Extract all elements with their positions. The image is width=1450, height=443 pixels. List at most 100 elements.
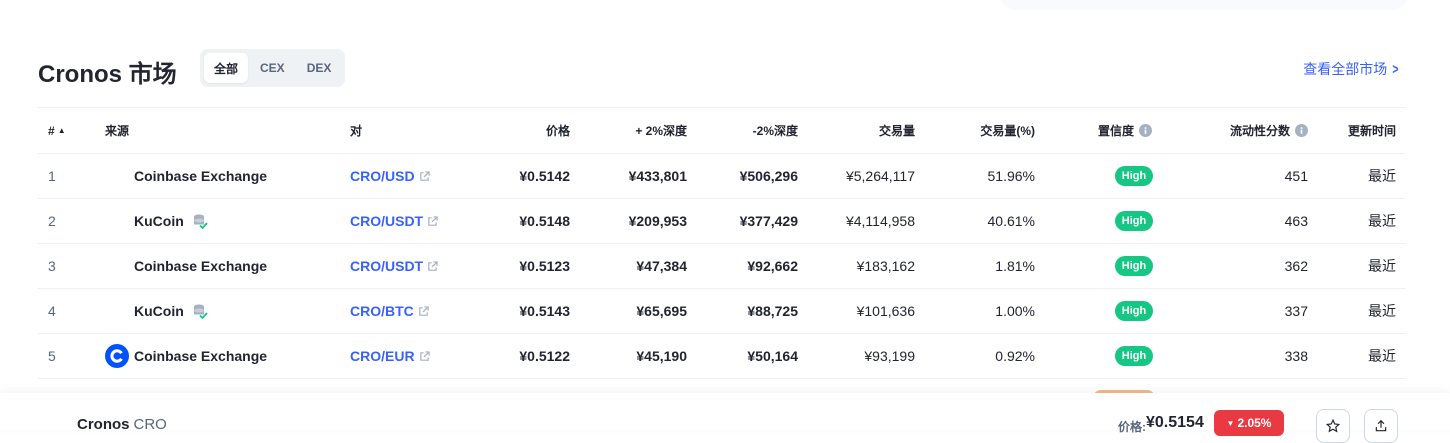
exchange-name: KuCoin — [134, 213, 184, 229]
column-header-confidence-label: 置信度 — [1098, 124, 1135, 138]
exchange-cell[interactable]: Coinbase Exchange — [105, 334, 267, 378]
row-rank: 3 — [48, 258, 56, 274]
liquidity-value: 338 — [1284, 348, 1308, 364]
liquidity-value: 463 — [1284, 213, 1308, 229]
updated-value: 最近 — [1368, 168, 1396, 184]
info-icon[interactable] — [1139, 124, 1153, 137]
row-rank: 4 — [48, 303, 56, 319]
confidence-badge: High — [1114, 211, 1154, 231]
column-header-volume[interactable]: 交易量 — [879, 108, 915, 153]
depth-plus-value: ¥65,695 — [636, 303, 687, 319]
pair-cell[interactable]: CRO/USDT — [350, 199, 438, 243]
exchange-cell[interactable]: KuCoin — [105, 199, 208, 243]
table-header-row: # ▲ 来源 对 价格 + 2%深度 -2%深度 交易量 交易量(%) 置信度 … — [38, 107, 1406, 153]
pair-link[interactable]: CRO/USDT — [350, 258, 423, 274]
column-header-source: 来源 — [105, 124, 130, 138]
row-rank: 1 — [48, 168, 56, 184]
sticky-coin-bar: Cronos CRO 价格: ¥0.5154 ▼ 2.05% — [0, 393, 1450, 443]
price-change-value: 2.05% — [1237, 416, 1272, 430]
column-header-liquidity-label: 流动性分数 — [1229, 124, 1290, 138]
volume-value: ¥4,114,958 — [845, 213, 915, 229]
volume-pct-value: 1.81% — [995, 258, 1035, 274]
column-header-depth-plus[interactable]: + 2%深度 — [635, 108, 687, 153]
table-row: 2 KuCoin CRO/USDT ¥0.5148 ¥209,953 ¥377,… — [38, 198, 1406, 243]
pair-link[interactable]: CRO/USDT — [350, 213, 423, 229]
external-link-icon — [419, 305, 429, 316]
watchlist-star-button[interactable] — [1316, 409, 1350, 443]
coinbase-logo-icon — [105, 344, 129, 368]
tab-all[interactable]: 全部 — [204, 53, 249, 83]
price-value: ¥0.5143 — [519, 303, 570, 319]
pair-cell[interactable]: CRO/USD — [350, 154, 430, 198]
table-row: 1 Coinbase Exchange CRO/USD ¥0.5142 ¥433… — [38, 153, 1406, 198]
tab-cex[interactable]: CEX — [250, 53, 295, 83]
volume-value: ¥5,264,117 — [845, 168, 915, 184]
markets-header: Cronos 市场 全部 CEX DEX 查看全部市场 > — [38, 48, 1406, 88]
depth-minus-value: ¥50,164 — [747, 348, 798, 364]
proof-of-reserves-icon — [193, 214, 208, 229]
pair-link[interactable]: CRO/USD — [350, 168, 415, 184]
table-row: 3 Coinbase Exchange CRO/USDT ¥0.5123 ¥47… — [38, 243, 1406, 288]
tab-dex[interactable]: DEX — [297, 53, 342, 83]
column-header-updated: 更新时间 — [1347, 124, 1396, 138]
column-header-price[interactable]: 价格 — [546, 108, 570, 153]
column-header-depth-minus[interactable]: -2%深度 — [753, 108, 798, 153]
external-link-icon — [419, 170, 430, 181]
volume-value: ¥93,199 — [864, 348, 915, 364]
view-all-label: 查看全部市场 — [1303, 61, 1388, 77]
pair-link[interactable]: CRO/EUR — [350, 348, 415, 364]
exchange-name: Coinbase Exchange — [134, 258, 268, 274]
confidence-badge: High — [1114, 256, 1154, 276]
table-row: 5 Coinbase Exchange CRO/EUR ¥0.5122 ¥45,… — [38, 333, 1406, 378]
share-button[interactable] — [1364, 409, 1398, 443]
price-value: ¥0.5142 — [519, 168, 570, 184]
price-label: 价格: — [1118, 420, 1146, 434]
column-header-volume-pct[interactable]: 交易量(%) — [980, 108, 1035, 153]
exchange-cell[interactable]: KuCoin — [105, 289, 208, 333]
view-all-markets-link[interactable]: 查看全部市场 > — [1303, 59, 1400, 79]
page-title: Cronos 市场 — [38, 61, 177, 88]
volume-pct-value: 1.00% — [995, 303, 1035, 319]
confidence-badge: High — [1114, 166, 1154, 186]
price-value: ¥0.5122 — [519, 348, 570, 364]
pair-cell[interactable]: CRO/USDT — [350, 244, 438, 288]
external-link-icon — [428, 260, 438, 271]
pair-cell[interactable]: CRO/BTC — [350, 289, 429, 333]
column-header-confidence: 置信度 — [1098, 108, 1153, 153]
updated-value: 最近 — [1368, 303, 1396, 319]
coin-name: Cronos CRO — [77, 416, 167, 433]
external-link-icon — [428, 215, 438, 226]
sort-ascending-icon: ▲ — [57, 126, 66, 135]
share-icon — [1375, 419, 1387, 432]
volume-pct-value: 40.61% — [987, 213, 1035, 229]
table-row-partial — [38, 378, 1406, 386]
liquidity-value: 451 — [1284, 168, 1308, 184]
market-type-tabs: 全部 CEX DEX — [200, 49, 346, 87]
column-header-num[interactable]: # ▲ — [48, 108, 66, 153]
exchange-name: Coinbase Exchange — [134, 348, 268, 364]
exchange-cell[interactable]: Coinbase Exchange — [105, 154, 267, 198]
price-change-badge: ▼ 2.05% — [1214, 410, 1284, 436]
external-link-icon — [419, 350, 430, 361]
liquidity-value: 362 — [1284, 258, 1308, 274]
exchange-name: Coinbase Exchange — [134, 168, 268, 184]
volume-pct-value: 51.96% — [987, 168, 1035, 184]
exchange-name: KuCoin — [134, 303, 184, 319]
coin-price: ¥0.5154 — [1146, 414, 1204, 431]
updated-value: 最近 — [1368, 213, 1396, 229]
row-rank: 5 — [48, 348, 56, 364]
updated-value: 最近 — [1368, 258, 1396, 274]
pair-cell[interactable]: CRO/EUR — [350, 334, 430, 378]
caret-down-icon: ▼ — [1226, 418, 1235, 428]
depth-plus-value: ¥47,384 — [636, 258, 687, 274]
info-icon[interactable] — [1295, 124, 1308, 137]
depth-plus-value: ¥433,801 — [628, 168, 687, 184]
star-icon — [1326, 419, 1340, 433]
depth-minus-value: ¥92,662 — [747, 258, 798, 274]
pair-link[interactable]: CRO/BTC — [350, 303, 414, 319]
updated-value: 最近 — [1368, 348, 1396, 364]
depth-plus-value: ¥209,953 — [628, 213, 687, 229]
column-header-num-label: # — [48, 123, 55, 138]
exchange-cell[interactable]: Coinbase Exchange — [105, 244, 267, 288]
column-header-liquidity: 流动性分数 — [1230, 108, 1308, 153]
